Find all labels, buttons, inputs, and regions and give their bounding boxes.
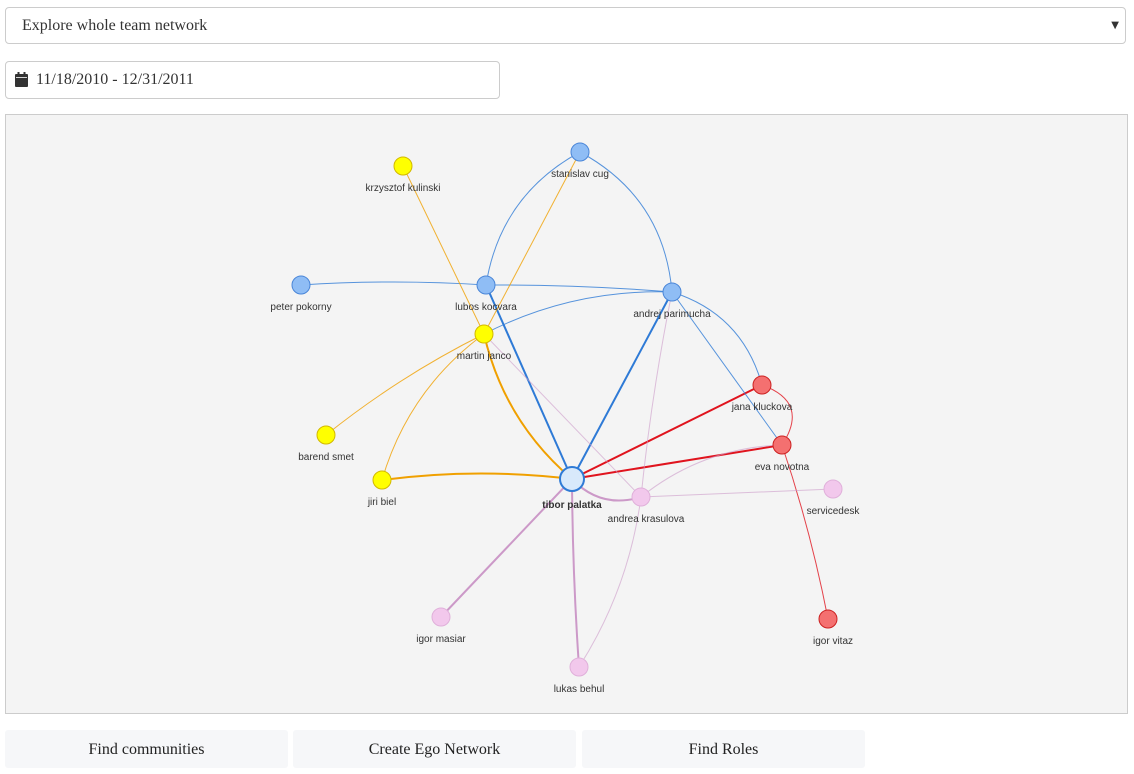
node-krzysztof[interactable] — [393, 156, 413, 176]
edge-jana-eva — [761, 384, 793, 446]
node-igorm[interactable] — [431, 607, 451, 627]
date-range-input[interactable]: 11/18/2010 - 12/31/2011 — [5, 61, 500, 99]
edge-tibor-andrej — [571, 291, 673, 480]
node-barend[interactable] — [316, 425, 336, 445]
network-graph[interactable]: stanislav cug krzysztof kulinski peter pok… — [6, 115, 1127, 713]
edge-martin-barend — [325, 333, 485, 436]
node-igorv[interactable] — [818, 609, 838, 629]
node-stanislav[interactable] — [570, 142, 590, 162]
edge-tibor-eva — [571, 444, 783, 480]
node-label-jana: jana kluckova — [731, 402, 793, 413]
edge-tibor-jiri — [381, 472, 573, 481]
find-roles-button[interactable]: Find Roles — [582, 730, 865, 768]
edge-lubos-andrej — [485, 284, 673, 293]
node-servicedesk[interactable] — [823, 479, 843, 499]
node-andrea[interactable] — [631, 487, 651, 507]
edge-andrea-servicedesk — [640, 488, 834, 498]
find-communities-button[interactable]: Find communities — [5, 730, 288, 768]
create-ego-network-button[interactable]: Create Ego Network — [293, 730, 576, 768]
node-label-lubos: lubos kocvara — [455, 302, 517, 313]
node-label-tibor: tibor palatka — [542, 500, 602, 511]
node-martin[interactable] — [474, 324, 494, 344]
node-label-servicedesk: servicedesk — [807, 506, 861, 517]
node-label-igorv: igor vitaz — [813, 636, 853, 647]
node-label-andrej: andrej parimucha — [633, 309, 711, 320]
node-lukas[interactable] — [569, 657, 589, 677]
node-label-igorm: igor masiar — [416, 634, 466, 645]
node-label-eva: eva novotna — [755, 462, 810, 473]
node-label-barend: barend smet — [298, 452, 354, 463]
caret-down-icon[interactable]: ▼ — [1111, 20, 1119, 31]
node-jana[interactable] — [752, 375, 772, 395]
node-eva[interactable] — [772, 435, 792, 455]
node-label-stanislav: stanislav cug — [551, 169, 609, 180]
node-label-andrea: andrea krasulova — [608, 514, 685, 525]
edge-andrej-jana — [671, 291, 763, 386]
node-peter[interactable] — [291, 275, 311, 295]
node-label-peter: peter pokorny — [270, 302, 331, 313]
node-label-jiri: jiri biel — [367, 497, 396, 508]
date-range-value: 11/18/2010 - 12/31/2011 — [36, 71, 194, 88]
view-select-value: Explore whole team network — [22, 17, 208, 34]
node-jiri[interactable] — [372, 470, 392, 490]
node-label-krzysztof: krzysztof kulinski — [365, 183, 440, 194]
edge-peter-lubos — [300, 281, 487, 286]
view-select[interactable]: Explore whole team network ▼ — [5, 7, 1126, 44]
network-graph-panel[interactable]: stanislav cug krzysztof kulinski peter pok… — [5, 114, 1128, 714]
node-andrej[interactable] — [662, 282, 682, 302]
node-tibor[interactable] — [559, 466, 585, 492]
node-label-lukas: lukas behul — [554, 684, 605, 695]
node-label-martin: martin janco — [457, 351, 512, 362]
calendar-icon — [15, 72, 28, 87]
edge-tibor-jana — [571, 384, 763, 480]
node-lubos[interactable] — [476, 275, 496, 295]
labels-layer: stanislav cug krzysztof kulinski peter pok… — [270, 169, 860, 695]
